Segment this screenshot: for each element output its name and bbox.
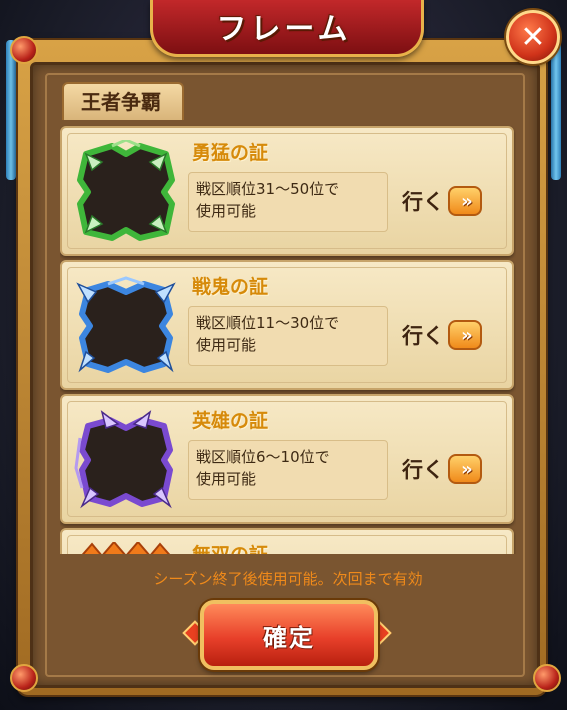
- go-label: 行く: [402, 324, 444, 348]
- confirm-button[interactable]: 確定: [200, 600, 378, 670]
- corner-orb-icon: [10, 36, 38, 64]
- close-icon: ✕: [520, 19, 546, 55]
- green-thorn-frame-icon: [77, 140, 175, 241]
- frame-condition-line1: 戦区順位11〜30位で: [196, 314, 340, 332]
- blue-horned-frame-icon: [76, 276, 176, 373]
- go-label: 行く: [402, 190, 444, 214]
- frame-name: 戦鬼の証: [192, 276, 269, 298]
- frame-condition-line1: 戦区順位31〜50位で: [196, 180, 340, 198]
- go-button[interactable]: 行く »: [402, 318, 494, 352]
- list-item: 勇猛の証 戦区順位31〜50位で 使用可能 行く »: [60, 126, 514, 256]
- frame-condition-line1: 戦区順位6〜10位で: [196, 448, 330, 466]
- double-chevron-right-icon: »: [448, 186, 482, 216]
- tab-label: 王者争覇: [81, 90, 161, 114]
- validity-note: シーズン終了後使用可能。次回まで有効: [153, 570, 423, 588]
- purple-horned-frame-icon: [74, 410, 173, 509]
- go-button[interactable]: 行く »: [402, 452, 494, 486]
- right-decor-rod: [551, 40, 561, 180]
- orange-flame-frame-icon: [81, 542, 171, 554]
- close-button[interactable]: ✕: [506, 10, 560, 64]
- frame-condition-line2: 使用可能: [196, 202, 257, 220]
- frame-list[interactable]: 勇猛の証 戦区順位31〜50位で 使用可能 行く » 戦鬼の証 戦区順位11〜3…: [60, 116, 516, 554]
- list-item: 英雄の証 戦区順位6〜10位で 使用可能 行く »: [60, 394, 514, 524]
- corner-orb-icon: [10, 664, 38, 692]
- corner-orb-icon: [533, 664, 561, 692]
- frame-condition-line2: 使用可能: [196, 470, 257, 488]
- double-chevron-right-icon: »: [448, 454, 482, 484]
- frame-name: 英雄の証: [192, 410, 269, 432]
- confirm-label: 確定: [263, 623, 315, 652]
- double-chevron-right-icon: »: [448, 320, 482, 350]
- frame-name: 無双の証: [192, 540, 268, 554]
- list-item: 無双の証: [60, 528, 514, 554]
- go-button[interactable]: 行く »: [402, 184, 494, 218]
- frame-name: 勇猛の証: [192, 142, 269, 164]
- dialog-title: フレーム: [216, 12, 352, 47]
- list-item: 戦鬼の証 戦区順位11〜30位で 使用可能 行く »: [60, 260, 514, 390]
- frame-condition-line2: 使用可能: [196, 336, 257, 354]
- go-label: 行く: [402, 458, 444, 482]
